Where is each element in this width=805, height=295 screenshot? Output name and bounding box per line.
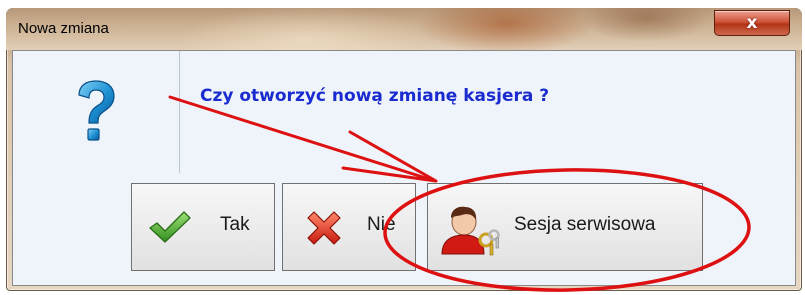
dialog-body: Czy otworzyć nową zmianę kasjera ? Tak N… [12, 50, 796, 286]
no-button[interactable]: Nie [282, 183, 416, 271]
question-icon [78, 80, 115, 141]
checkmark-icon [149, 211, 191, 243]
yes-button[interactable]: Tak [131, 183, 275, 271]
close-button[interactable]: x [714, 10, 790, 36]
user-keys-icon [441, 206, 500, 256]
red-x-icon [307, 211, 341, 245]
yes-label: Tak [220, 214, 250, 235]
window-title: Nowa zmiana [18, 20, 109, 37]
message-panel: Czy otworzyć nową zmianę kasjera ? [179, 51, 795, 173]
service-session-label: Sesja serwisowa [514, 214, 656, 235]
close-icon: x [746, 12, 758, 33]
dialog-message: Czy otworzyć nową zmianę kasjera ? [200, 86, 550, 106]
no-label: Nie [367, 214, 396, 235]
service-session-button[interactable]: Sesja serwisowa [427, 183, 703, 271]
icon-panel [13, 51, 179, 173]
dialog-window: Nowa zmiana x Czy otworzyć nową zmianę k… [6, 8, 802, 291]
title-bar[interactable]: Nowa zmiana x [6, 8, 802, 50]
